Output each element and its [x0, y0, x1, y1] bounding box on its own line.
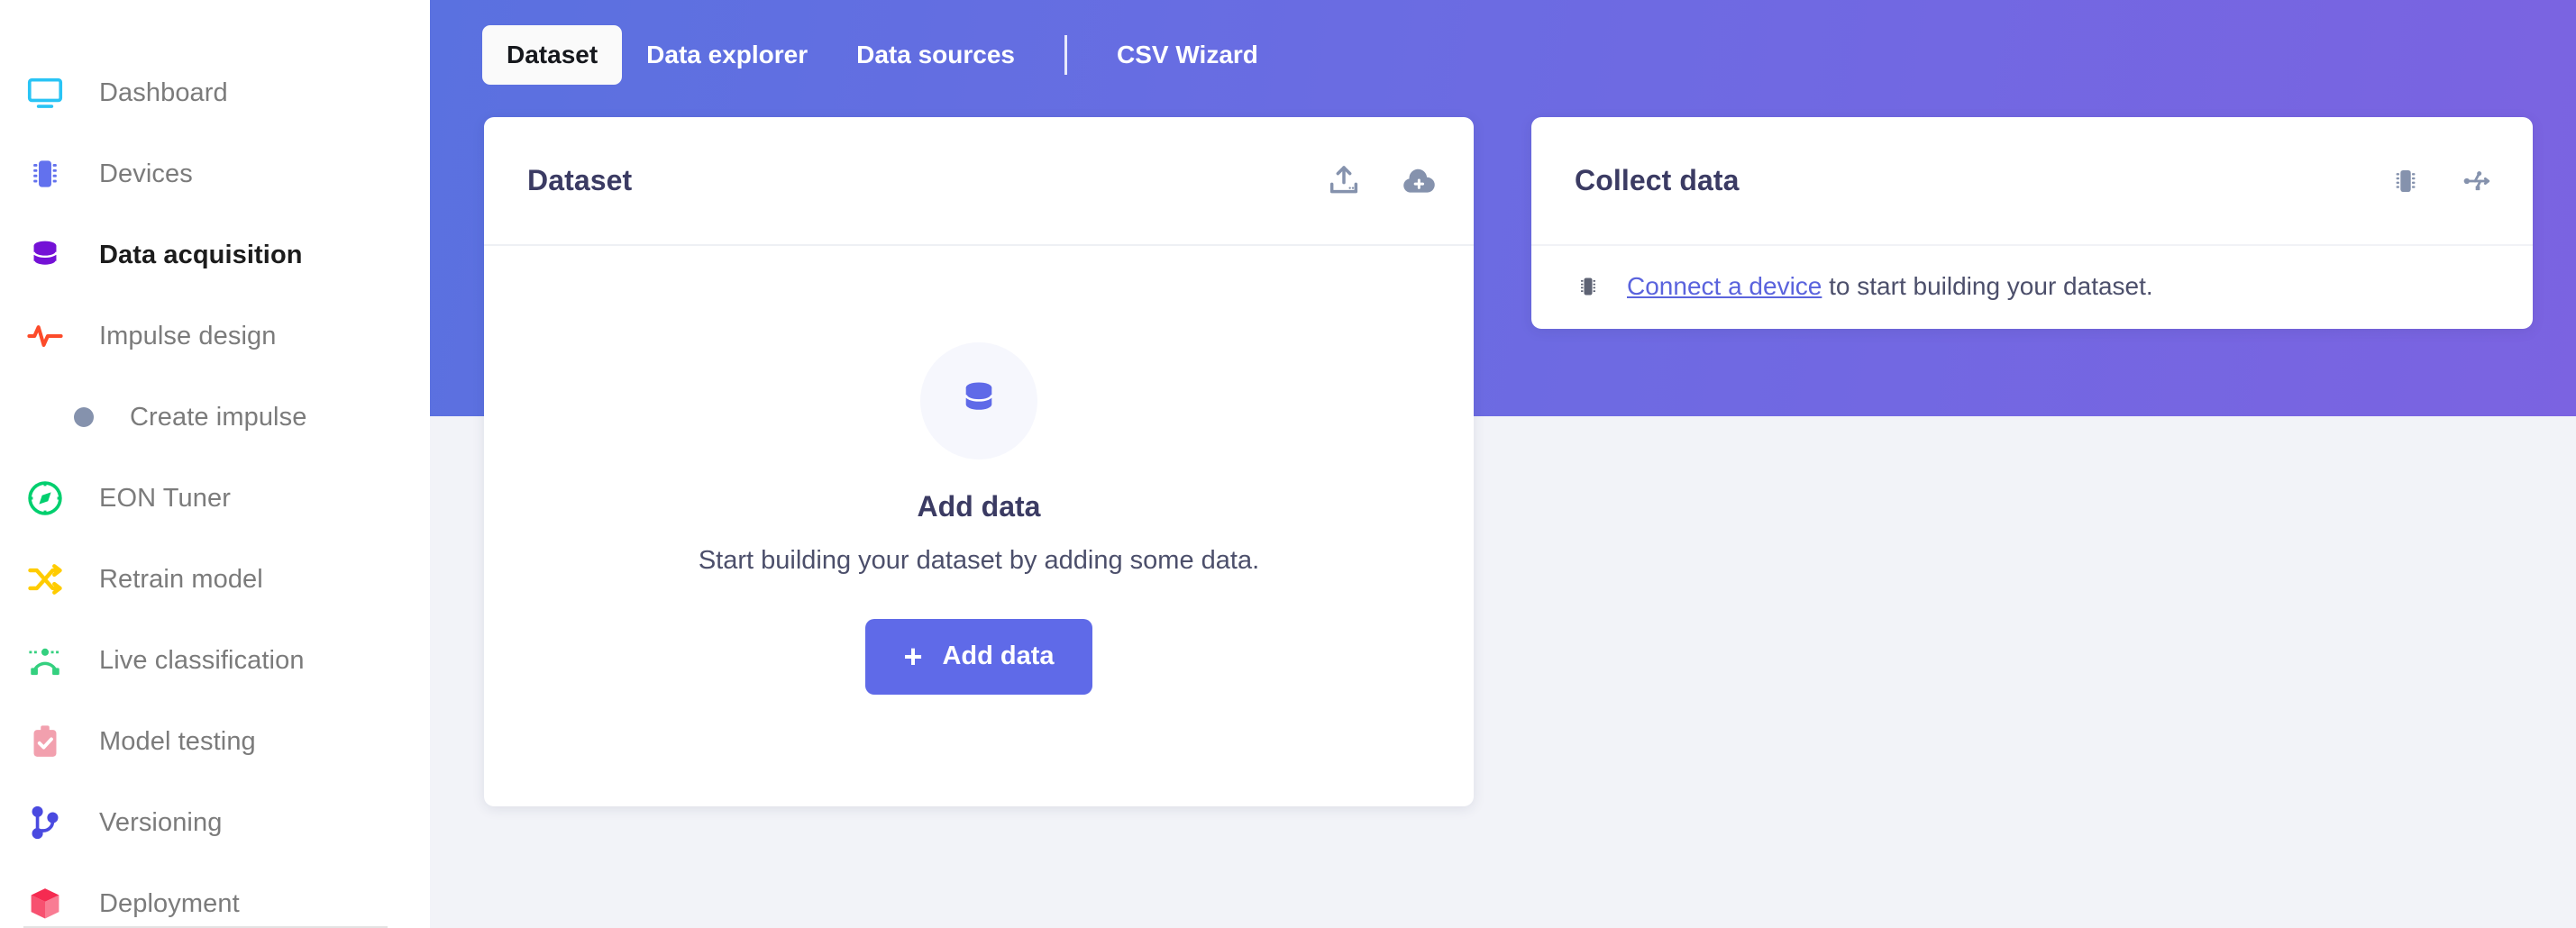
- empty-state-description: Start building your dataset by adding so…: [698, 545, 1260, 575]
- sidebar-item-deployment[interactable]: Deployment: [0, 863, 430, 928]
- upload-icon[interactable]: [1326, 163, 1362, 199]
- tab-data-explorer[interactable]: Data explorer: [622, 25, 832, 85]
- sidebar-item-data-acquisition[interactable]: Data acquisition: [0, 214, 430, 296]
- collect-data-row-suffix: to start building your dataset.: [1822, 272, 2153, 300]
- sidebar-item-label: Create impulse: [130, 402, 307, 432]
- clipboard-check-icon: [23, 720, 67, 763]
- empty-state-icon-circle: [920, 341, 1037, 459]
- compass-icon: [23, 477, 67, 520]
- collect-data-row-text: Connect a device to start building your …: [1627, 272, 2153, 301]
- connect-a-device-link[interactable]: Connect a device: [1627, 272, 1822, 300]
- sidebar-item-dashboard[interactable]: Dashboard: [0, 52, 430, 133]
- app-root: Dashboard Devices Data acquisition Impul…: [0, 0, 2576, 928]
- sidebar-item-label: Impulse design: [99, 321, 277, 350]
- collect-data-row: Connect a device to start building your …: [1531, 246, 2533, 327]
- sidebar-item-label: Deployment: [99, 888, 240, 918]
- sidebar-item-versioning[interactable]: Versioning: [0, 782, 430, 863]
- add-data-button-label: Add data: [942, 641, 1055, 670]
- dot-icon: [74, 407, 94, 427]
- monitor-icon: [23, 71, 67, 114]
- usb-icon[interactable]: [2461, 163, 2497, 199]
- collect-data-card: Collect data Connect a device to start b…: [1531, 117, 2533, 329]
- sidebar-item-label: Devices: [99, 159, 193, 188]
- tab-bar: Dataset Data explorer Data sources CSV Wiza…: [482, 23, 1283, 86]
- sidebar-item-label: Model testing: [99, 726, 256, 756]
- sidebar-item-devices[interactable]: Devices: [0, 133, 430, 214]
- sidebar-item-impulse-design[interactable]: Impulse design: [0, 296, 430, 377]
- chip-icon[interactable]: [2389, 164, 2423, 198]
- sidebar-item-retrain-model[interactable]: Retrain model: [0, 539, 430, 620]
- sidebar-item-eon-tuner[interactable]: EON Tuner: [0, 458, 430, 539]
- collect-data-card-title: Collect data: [1575, 164, 1740, 196]
- sidebar-item-live-classification[interactable]: Live classification: [0, 620, 430, 701]
- chip-icon: [23, 152, 67, 196]
- network-icon: [23, 639, 67, 682]
- sidebar: Dashboard Devices Data acquisition Impul…: [0, 0, 430, 928]
- dataset-card-title: Dataset: [527, 164, 633, 196]
- sidebar-item-label: Data acquisition: [99, 240, 303, 269]
- empty-state-title: Add data: [917, 489, 1041, 523]
- pulse-icon: [23, 314, 67, 358]
- git-branch-icon: [23, 801, 67, 844]
- database-icon: [23, 233, 67, 277]
- sidebar-item-label: Versioning: [99, 807, 223, 837]
- tab-csv-wizard[interactable]: CSV Wizard: [1092, 25, 1283, 85]
- tab-separator: [1064, 35, 1068, 75]
- database-icon: [955, 375, 1002, 426]
- cloud-plus-icon[interactable]: [1400, 162, 1438, 200]
- sidebar-item-label: EON Tuner: [99, 483, 231, 513]
- collect-data-card-actions: [2389, 163, 2497, 199]
- tab-dataset[interactable]: Dataset: [482, 25, 623, 85]
- plus-icon: +: [903, 637, 923, 675]
- dataset-empty-state: Add data Start building your dataset by …: [484, 246, 1474, 805]
- main-content: Dataset Data explorer Data sources CSV Wiza…: [430, 0, 2576, 928]
- sidebar-item-label: Live classification: [99, 645, 305, 675]
- add-data-button[interactable]: + Add data: [865, 618, 1092, 695]
- chip-icon: [1575, 273, 1602, 300]
- sidebar-item-label: Retrain model: [99, 564, 263, 594]
- dataset-card: Dataset Add data Start building your dat…: [484, 117, 1474, 806]
- collect-data-card-header: Collect data: [1531, 117, 2533, 246]
- dataset-card-header: Dataset: [484, 117, 1474, 246]
- box-icon: [23, 882, 67, 925]
- dataset-card-actions: [1326, 162, 1438, 200]
- sidebar-item-label: Dashboard: [99, 77, 228, 107]
- sidebar-item-model-testing[interactable]: Model testing: [0, 701, 430, 782]
- shuffle-icon: [23, 558, 67, 601]
- sidebar-subitem-create-impulse[interactable]: Create impulse: [0, 377, 430, 458]
- tab-data-sources[interactable]: Data sources: [832, 25, 1039, 85]
